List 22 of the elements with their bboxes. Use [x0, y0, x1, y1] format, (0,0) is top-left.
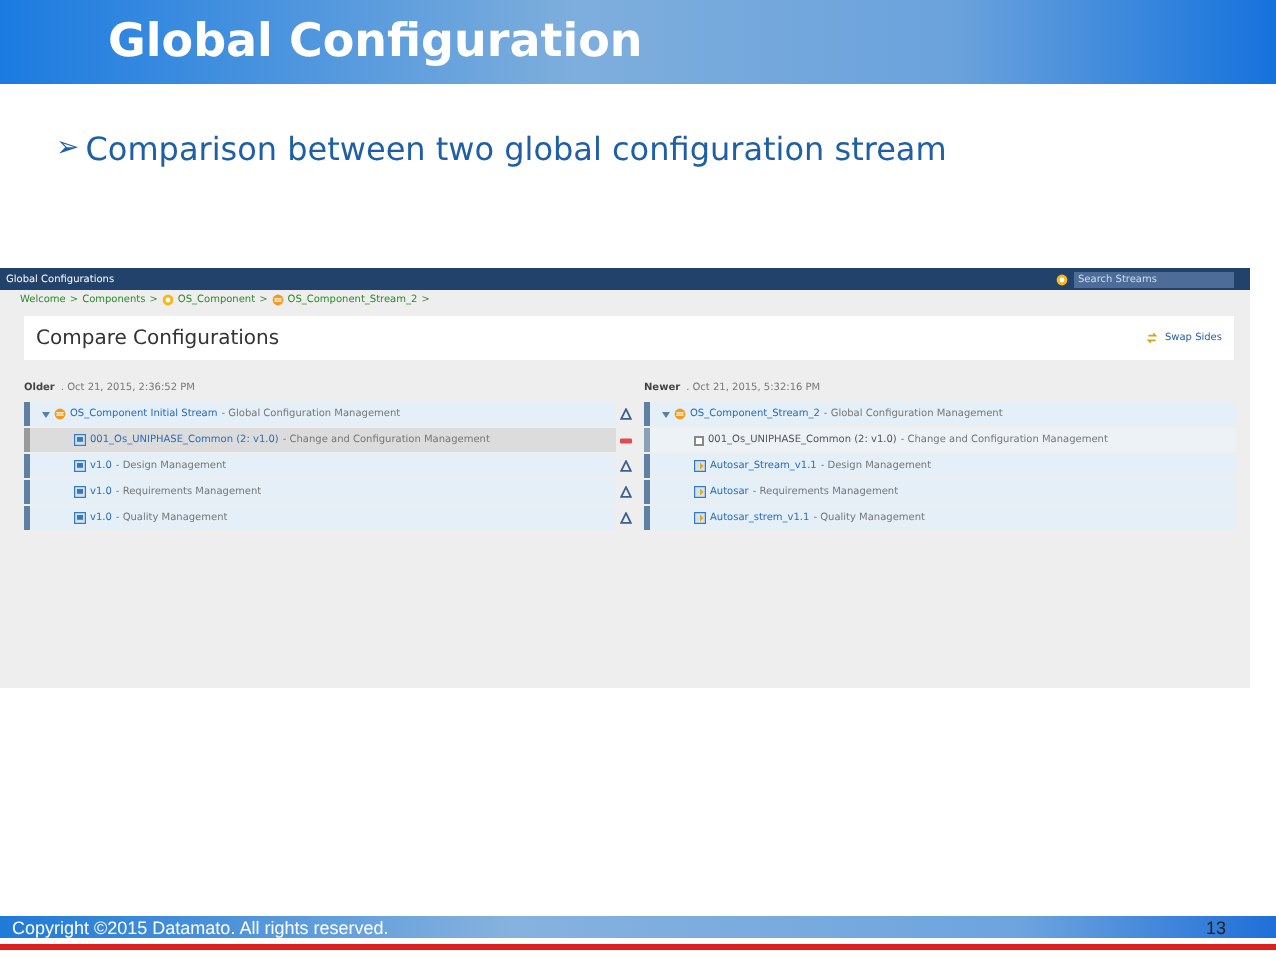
swap-icon — [1146, 332, 1159, 344]
stream-icon — [674, 408, 686, 420]
checkbox[interactable] — [694, 435, 704, 445]
expand-icon[interactable] — [42, 411, 50, 417]
expand-icon[interactable] — [662, 411, 670, 417]
bullet-marker: ➢ — [56, 132, 80, 164]
copyright-text: Copyright ©2015 Datamato. All rights reserved. — [12, 917, 389, 937]
stream-icon — [54, 408, 66, 420]
stream-icon — [271, 294, 284, 306]
baseline-icon — [74, 460, 86, 472]
baseline-icon — [74, 434, 86, 446]
baseline-icon — [74, 486, 86, 498]
configuration-icon — [694, 460, 706, 472]
page-title: Compare Configurations — [36, 327, 280, 349]
page-number: 13 — [1205, 917, 1226, 937]
bullet-text: Comparison between two global configuration stream — [85, 129, 947, 167]
slide-title: Global Configuration — [108, 16, 643, 68]
configuration-icon — [694, 486, 706, 498]
configuration-icon — [694, 512, 706, 524]
baseline-icon — [74, 512, 86, 524]
component-icon — [161, 294, 174, 306]
component-icon — [1056, 273, 1068, 285]
